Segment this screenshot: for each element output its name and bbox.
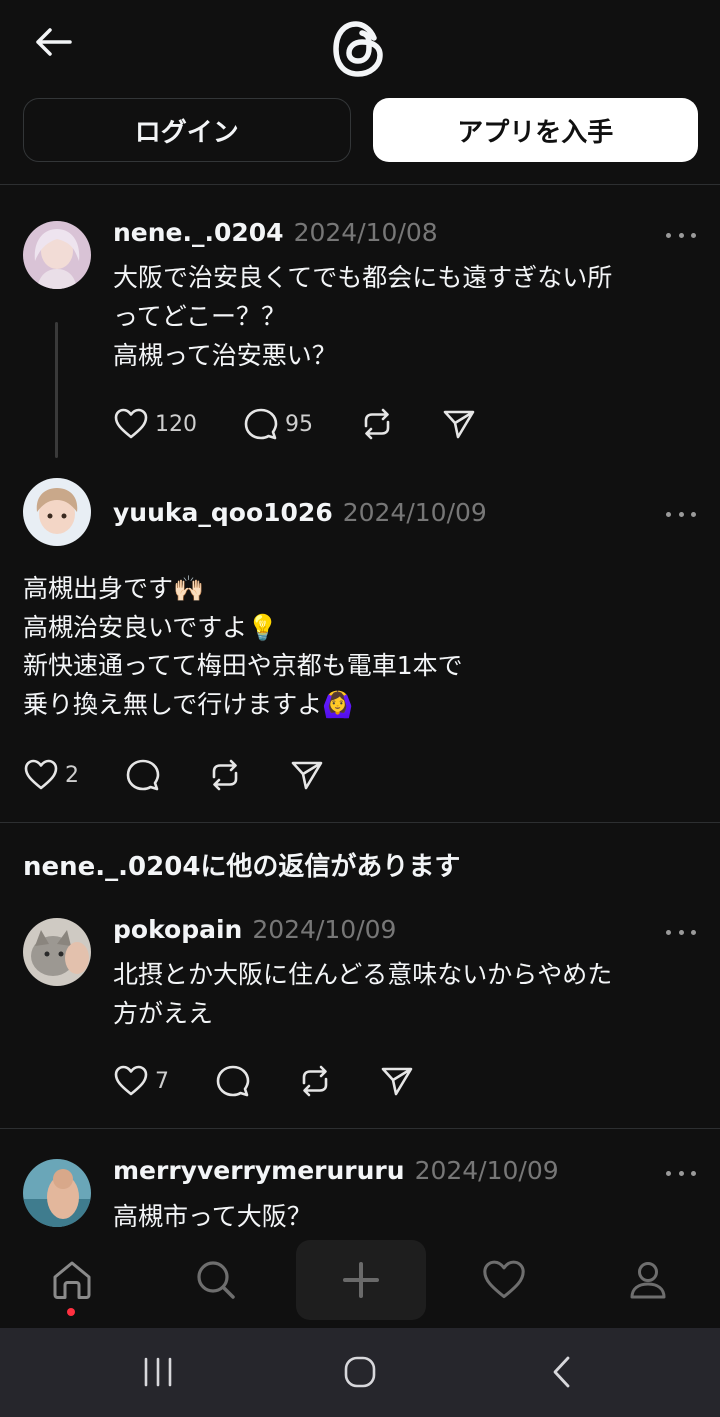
nav-compose[interactable] — [296, 1240, 426, 1320]
divider — [0, 822, 720, 823]
post-date: 2024/10/09 — [414, 1156, 559, 1185]
comment-icon — [216, 1065, 250, 1097]
heart-icon — [114, 408, 148, 439]
like-count: 2 — [65, 762, 79, 788]
get-app-button[interactable]: アプリを入手 — [372, 98, 698, 162]
like-count: 120 — [155, 411, 197, 437]
post-username[interactable]: nene._.0204 2024/10/08 — [113, 218, 438, 247]
share-button[interactable] — [441, 404, 477, 444]
reply-button[interactable]: 95 — [243, 404, 313, 444]
post-actions: 7 — [113, 1061, 461, 1101]
comment-icon — [244, 408, 278, 440]
arrow-left-icon — [36, 28, 72, 56]
post-text: 北摂とか大阪に住んどる意味ないからやめた 方がええ — [113, 960, 613, 1028]
divider — [0, 1128, 720, 1129]
more-options-icon[interactable] — [666, 922, 696, 942]
like-button[interactable]: 7 — [113, 1061, 169, 1101]
like-button[interactable]: 2 — [23, 755, 79, 795]
comment-icon — [126, 759, 160, 791]
avatar[interactable] — [23, 221, 91, 289]
heart-icon — [483, 1260, 525, 1299]
threads-logo-icon[interactable] — [330, 18, 388, 80]
top-bar — [0, 0, 720, 90]
repost-button[interactable] — [297, 1061, 333, 1101]
share-button[interactable] — [289, 755, 325, 795]
recent-apps-icon — [144, 1357, 172, 1387]
avatar[interactable] — [23, 918, 91, 986]
reply-button[interactable] — [215, 1061, 251, 1101]
nav-activity[interactable] — [454, 1240, 554, 1320]
reply-count: 95 — [285, 411, 313, 437]
home-icon — [53, 1261, 91, 1299]
post-text: 大阪で治安良くてでも都会にも遠すぎない所 ってどこー？？ 高槻って治安悪い？ — [113, 263, 613, 370]
thread-line — [55, 322, 58, 458]
search-icon — [197, 1261, 235, 1299]
post-username[interactable]: pokopain 2024/10/09 — [113, 915, 396, 944]
like-count: 7 — [155, 1068, 169, 1094]
nav-search[interactable] — [166, 1240, 266, 1320]
post-actions: 120 95 — [113, 404, 523, 444]
nav-profile[interactable] — [598, 1240, 698, 1320]
more-replies-heading: nene._.0204に他の返信があります — [23, 852, 461, 882]
repost-icon — [364, 408, 390, 440]
login-button[interactable]: ログイン — [23, 98, 351, 162]
post-actions: 2 — [23, 755, 371, 795]
recent-apps-button[interactable] — [128, 1350, 188, 1394]
post-username[interactable]: yuuka_qoo1026 2024/10/09 — [113, 498, 487, 527]
system-back-button[interactable] — [532, 1350, 592, 1394]
bottom-nav — [0, 1236, 720, 1328]
repost-button[interactable] — [207, 755, 243, 795]
repost-button[interactable] — [359, 404, 395, 444]
more-options-icon[interactable] — [666, 504, 696, 524]
auth-buttons: ログイン アプリを入手 — [23, 98, 698, 162]
post-username[interactable]: merryverrymerururu 2024/10/09 — [113, 1156, 559, 1185]
back-chevron-icon — [553, 1356, 570, 1388]
profile-icon — [630, 1262, 666, 1299]
repost-icon — [302, 1065, 328, 1097]
avatar[interactable] — [23, 1159, 91, 1227]
compose-plus-icon — [343, 1262, 379, 1298]
send-icon — [381, 1067, 413, 1096]
post-date: 2024/10/08 — [293, 218, 438, 247]
send-icon — [443, 410, 475, 439]
reply-button[interactable] — [125, 755, 161, 795]
home-circle-icon — [344, 1356, 376, 1388]
share-button[interactable] — [379, 1061, 415, 1101]
back-button[interactable] — [28, 20, 76, 64]
post-text: 高槻市って大阪？ — [113, 1202, 312, 1231]
heart-icon — [24, 759, 58, 790]
avatar[interactable] — [23, 478, 91, 546]
notification-dot — [67, 1308, 75, 1316]
system-home-button[interactable] — [330, 1350, 390, 1394]
more-options-icon[interactable] — [666, 1163, 696, 1183]
like-button[interactable]: 120 — [113, 404, 197, 444]
heart-icon — [114, 1065, 148, 1096]
system-nav-bar — [0, 1328, 720, 1417]
send-icon — [291, 761, 323, 790]
post-date: 2024/10/09 — [342, 498, 487, 527]
more-options-icon[interactable] — [666, 225, 696, 245]
post-date: 2024/10/09 — [252, 915, 397, 944]
post-text: 高槻出身です🙌🏻 高槻治安良いですよ💡 新快速通ってて梅田や京都も電車1本で 乗… — [23, 574, 463, 719]
repost-icon — [212, 759, 238, 791]
divider — [0, 184, 720, 185]
